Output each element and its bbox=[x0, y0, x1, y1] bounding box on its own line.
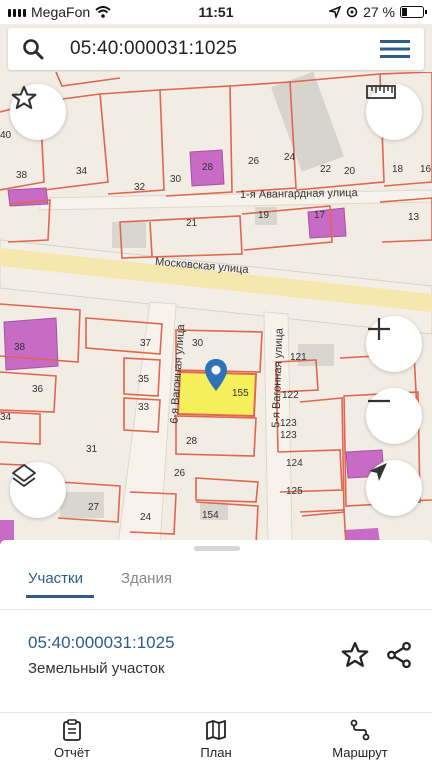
map-label: 28 bbox=[186, 436, 198, 447]
map-label: 123 bbox=[280, 430, 297, 441]
parcel-info-sheet[interactable]: Участки Здания 05:40:000031:1025 Земельн… bbox=[0, 540, 432, 712]
search-input[interactable]: 05:40:000031:1025 bbox=[70, 38, 237, 60]
bottom-nav: Отчёт План Маршрут bbox=[0, 712, 432, 768]
map-label: 30 bbox=[192, 338, 204, 349]
map-label: 26 bbox=[174, 468, 186, 479]
map-icon bbox=[206, 720, 226, 740]
map-label: 125 bbox=[286, 486, 303, 497]
map-label: 26 bbox=[248, 156, 260, 167]
route-icon bbox=[350, 719, 370, 741]
map-label: 17 bbox=[314, 210, 326, 221]
zoom-in-button[interactable] bbox=[366, 316, 422, 372]
star-icon[interactable] bbox=[340, 640, 370, 670]
sheet-tabs: Участки Здания bbox=[0, 552, 432, 610]
map-label: 36 bbox=[32, 384, 44, 395]
zoom-out-button[interactable] bbox=[366, 388, 422, 444]
battery-icon bbox=[400, 6, 427, 18]
map-label: 24 bbox=[140, 512, 152, 523]
parcel-type: Земельный участок bbox=[28, 660, 165, 677]
map-label: 123 bbox=[280, 418, 297, 429]
location-pin-icon[interactable] bbox=[204, 358, 228, 392]
map-label: 20 bbox=[344, 166, 356, 177]
nav-plan[interactable]: План bbox=[166, 719, 266, 760]
map-label: 40 bbox=[0, 130, 12, 141]
search-bar[interactable]: 05:40:000031:1025 bbox=[8, 28, 424, 70]
map-label: 38 bbox=[16, 170, 28, 181]
map-label: 121 bbox=[290, 352, 307, 363]
map-label: 24 bbox=[284, 152, 296, 163]
location-arrow-icon bbox=[329, 6, 342, 18]
navigation-arrow-icon bbox=[369, 463, 387, 481]
search-icon[interactable] bbox=[22, 38, 44, 60]
map-label: 124 bbox=[286, 458, 303, 469]
clipboard-icon bbox=[63, 719, 81, 741]
map-view[interactable]: 40 38 34 32 30 28 26 24 22 20 18 16 19 1… bbox=[0, 72, 432, 544]
map-label: 35 bbox=[138, 374, 150, 385]
share-icon[interactable] bbox=[384, 640, 414, 670]
hamburger-menu-icon[interactable] bbox=[380, 40, 410, 58]
battery-percent: 27 % bbox=[363, 4, 395, 20]
active-tab-indicator bbox=[26, 595, 94, 598]
alarm-icon bbox=[346, 6, 358, 18]
map-label: 32 bbox=[134, 182, 146, 193]
star-icon bbox=[11, 85, 37, 110]
map-label: 27 bbox=[88, 502, 100, 513]
nav-plan-label: План bbox=[200, 745, 232, 760]
map-label: 22 bbox=[320, 164, 332, 175]
map-label: 33 bbox=[138, 402, 150, 413]
street-label: 1-я Авангардная улица bbox=[239, 186, 358, 202]
minus-icon bbox=[368, 399, 390, 403]
plus-icon bbox=[368, 318, 390, 340]
map-label: 18 bbox=[392, 164, 404, 175]
nav-route-label: Маршрут bbox=[332, 745, 388, 760]
my-location-button[interactable] bbox=[366, 460, 422, 516]
map-label: 28 bbox=[202, 162, 214, 173]
ruler-button[interactable] bbox=[366, 84, 422, 140]
map-label: 34 bbox=[0, 412, 12, 423]
nav-report-label: Отчёт bbox=[53, 745, 91, 760]
map-label: 122 bbox=[282, 390, 299, 401]
tab-buildings[interactable]: Здания bbox=[121, 570, 172, 587]
layers-button[interactable] bbox=[10, 462, 66, 518]
status-bar: MegaFon 11:51 27 % bbox=[0, 0, 432, 24]
map-label: 37 bbox=[140, 338, 152, 349]
parcel-number[interactable]: 05:40:000031:1025 bbox=[28, 633, 175, 653]
map-label: 19 bbox=[258, 210, 270, 221]
tab-parcels[interactable]: Участки bbox=[28, 570, 83, 587]
status-right: 27 % bbox=[329, 4, 427, 20]
map-label: 34 bbox=[76, 166, 88, 177]
tabs-divider bbox=[0, 609, 432, 610]
map-label: 13 bbox=[408, 212, 420, 223]
map-label: 38 bbox=[14, 342, 26, 353]
map-label: 154 bbox=[202, 510, 219, 521]
ruler-icon bbox=[366, 85, 396, 99]
map-label: 155 bbox=[232, 388, 249, 399]
layers-icon bbox=[12, 464, 36, 487]
map-label: 16 bbox=[420, 164, 432, 175]
map-label: 30 bbox=[170, 174, 182, 185]
sheet-grabber[interactable] bbox=[194, 546, 240, 551]
nav-route[interactable]: Маршрут bbox=[310, 719, 410, 760]
map-label: 21 bbox=[186, 218, 198, 229]
nav-report[interactable]: Отчёт bbox=[22, 719, 122, 760]
favorite-map-button[interactable] bbox=[10, 84, 66, 140]
map-label: 31 bbox=[86, 444, 98, 455]
